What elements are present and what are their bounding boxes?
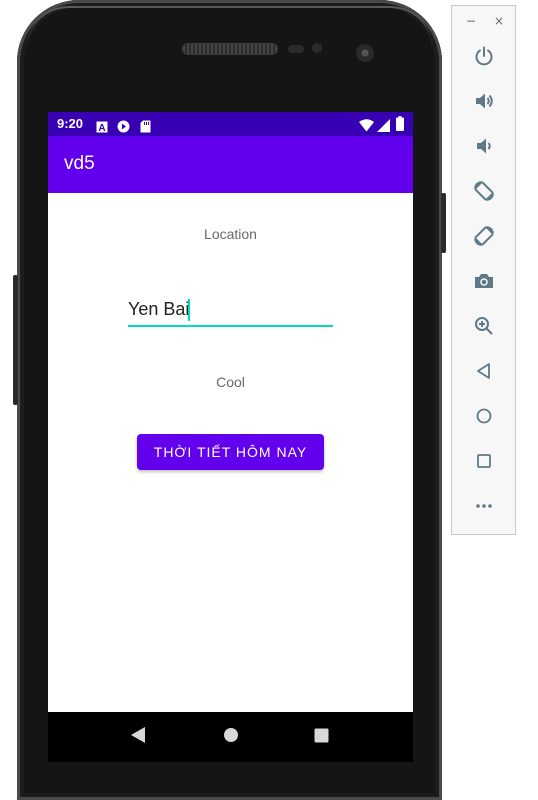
home-circle-icon xyxy=(223,727,239,747)
today-weather-button[interactable]: THỜI TIẾT HÔM NAY xyxy=(137,434,324,470)
rotate-right-icon xyxy=(473,225,495,251)
phone-volume-side-button[interactable] xyxy=(13,275,18,405)
sd-card-icon xyxy=(140,118,151,137)
front-camera xyxy=(356,44,374,62)
battery-icon xyxy=(396,116,404,135)
volume-up-button[interactable] xyxy=(470,89,498,117)
zoom-button[interactable] xyxy=(470,314,498,342)
app-title: vd5 xyxy=(64,153,95,174)
phone-power-side-button[interactable] xyxy=(441,193,446,253)
status-time: 9:20 xyxy=(57,116,84,131)
camera-icon xyxy=(473,270,495,296)
location-field[interactable] xyxy=(128,297,333,327)
text-caret xyxy=(188,299,190,321)
emulator-overview-button[interactable] xyxy=(470,449,498,477)
minimize-button[interactable]: − xyxy=(462,14,480,28)
location-input[interactable] xyxy=(128,299,328,320)
volume-down-icon xyxy=(473,135,495,161)
rotate-left-button[interactable] xyxy=(470,179,498,207)
nav-recents-button[interactable] xyxy=(296,712,346,762)
svg-text:A: A xyxy=(98,123,105,133)
location-label: Location xyxy=(204,226,257,242)
overview-icon xyxy=(473,450,495,476)
weather-status-label: Cool xyxy=(216,374,245,390)
emulator-back-button[interactable] xyxy=(470,359,498,387)
phone-speaker xyxy=(182,43,278,55)
volume-up-icon xyxy=(473,90,495,116)
back-triangle-icon xyxy=(130,726,146,748)
power-button[interactable] xyxy=(470,44,498,72)
recents-square-icon xyxy=(314,728,329,747)
phone-sensor-2 xyxy=(312,43,322,53)
volume-down-button[interactable] xyxy=(470,134,498,162)
power-icon xyxy=(473,45,495,71)
device-screen: 9:20 A vd5 Location Cool THỜI TIẾT H xyxy=(48,112,413,762)
screenshot-button[interactable] xyxy=(470,269,498,297)
notification-play-icon xyxy=(117,118,130,137)
home-icon xyxy=(473,405,495,431)
emulator-home-button[interactable] xyxy=(470,404,498,432)
nav-home-button[interactable] xyxy=(206,712,256,762)
app-bar: vd5 xyxy=(48,136,413,193)
status-bar: 9:20 A xyxy=(48,112,413,136)
phone-sensor-1 xyxy=(288,45,304,53)
nav-back-button[interactable] xyxy=(113,712,163,762)
main-content: Location Cool THỜI TIẾT HÔM NAY xyxy=(48,193,413,712)
phone-top-edge xyxy=(27,6,432,48)
signal-icon xyxy=(377,117,390,136)
wifi-icon xyxy=(359,117,374,136)
system-nav-bar xyxy=(48,712,413,762)
notification-a-icon: A xyxy=(96,118,108,137)
rotate-right-button[interactable] xyxy=(470,224,498,252)
close-button[interactable]: × xyxy=(490,14,508,28)
more-button[interactable] xyxy=(470,494,498,522)
back-icon xyxy=(473,360,495,386)
rotate-left-icon xyxy=(473,180,495,206)
zoom-icon xyxy=(473,315,495,341)
emulator-toolbar: − × xyxy=(451,5,516,535)
more-icon xyxy=(473,495,495,521)
